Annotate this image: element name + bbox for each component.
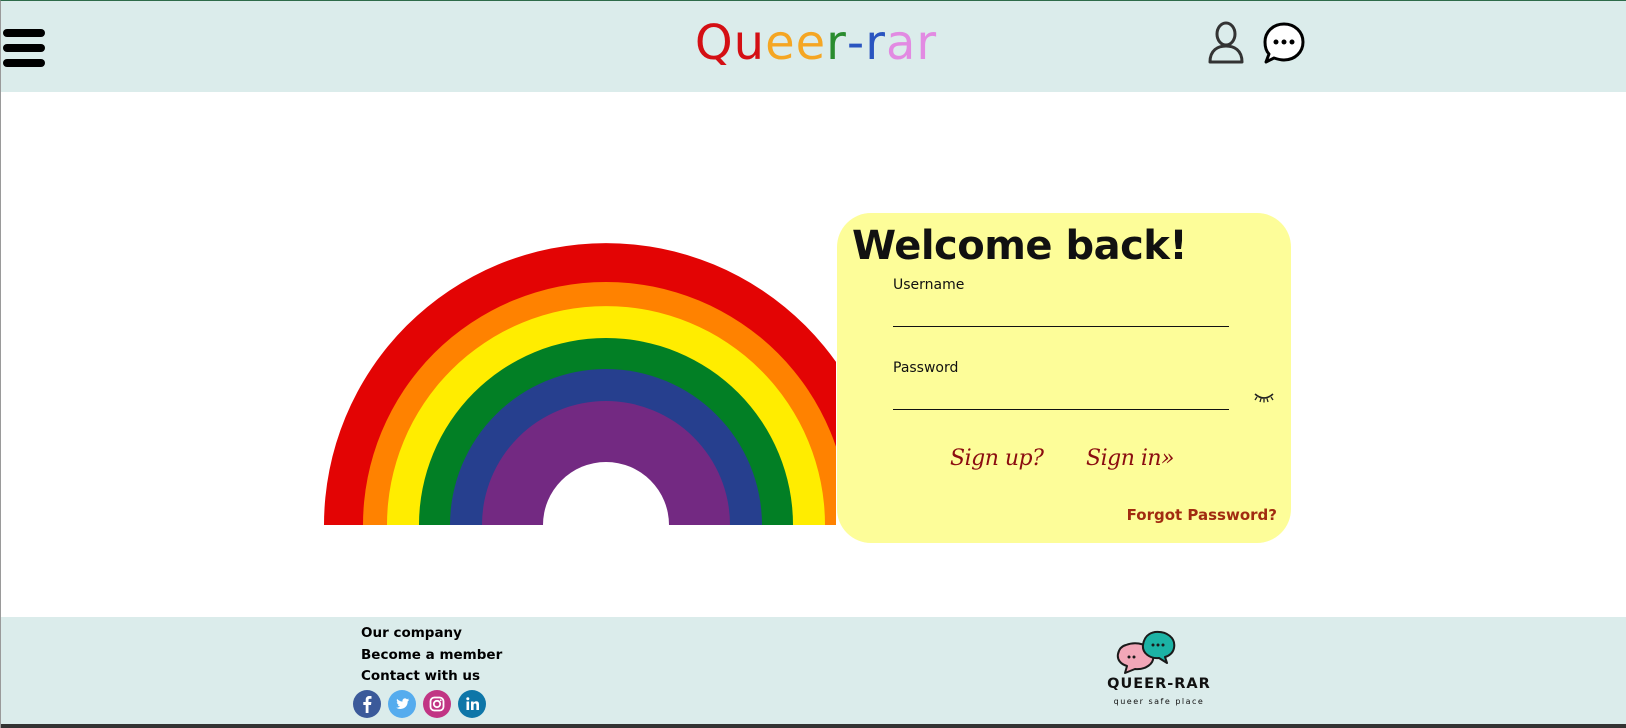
footer-brand-name: QUEER-RAR bbox=[1107, 676, 1211, 692]
instagram-icon[interactable] bbox=[423, 690, 451, 718]
twitter-icon[interactable] bbox=[388, 690, 416, 718]
footer: Our company Become a member Contact with… bbox=[1, 617, 1626, 724]
sign-in-button[interactable]: Sign in» bbox=[1086, 446, 1175, 471]
eye-closed-icon[interactable] bbox=[1253, 389, 1275, 403]
logo-letter: a bbox=[885, 15, 917, 71]
site-logo[interactable]: Queer-rar bbox=[691, 13, 941, 73]
logo-letter: r bbox=[826, 15, 847, 71]
username-label: Username bbox=[893, 277, 965, 293]
username-input[interactable] bbox=[893, 297, 1229, 327]
user-icon[interactable] bbox=[1207, 21, 1245, 65]
login-card: Welcome back! Username Password Sign up?… bbox=[837, 213, 1291, 543]
chat-bubble-icon[interactable] bbox=[1262, 21, 1306, 65]
logo-letter: r bbox=[916, 15, 938, 71]
footer-brand-tagline: queer safe place bbox=[1113, 697, 1205, 706]
header: Queer-rar bbox=[1, 1, 1626, 92]
bottom-bar bbox=[1, 724, 1626, 728]
logo-letter: - bbox=[846, 15, 866, 71]
linkedin-icon[interactable] bbox=[458, 690, 486, 718]
forgot-password-link[interactable]: Forgot Password? bbox=[1127, 506, 1277, 524]
logo-letter: e bbox=[795, 15, 827, 71]
rainbow-illustration bbox=[324, 243, 836, 525]
logo-letter: e bbox=[765, 15, 796, 71]
logo-letter: Q bbox=[694, 15, 734, 71]
hamburger-menu-icon[interactable] bbox=[3, 29, 45, 69]
footer-link-contact[interactable]: Contact with us bbox=[361, 668, 480, 684]
footer-link-become-member[interactable]: Become a member bbox=[361, 647, 502, 663]
logo-letter: r bbox=[865, 15, 886, 71]
password-input[interactable] bbox=[893, 380, 1229, 410]
footer-link-our-company[interactable]: Our company bbox=[361, 625, 462, 641]
facebook-icon[interactable] bbox=[353, 690, 381, 718]
login-title: Welcome back! bbox=[852, 223, 1188, 269]
logo-letter: u bbox=[733, 15, 766, 71]
sign-up-link[interactable]: Sign up? bbox=[950, 446, 1044, 471]
password-label: Password bbox=[893, 360, 959, 376]
